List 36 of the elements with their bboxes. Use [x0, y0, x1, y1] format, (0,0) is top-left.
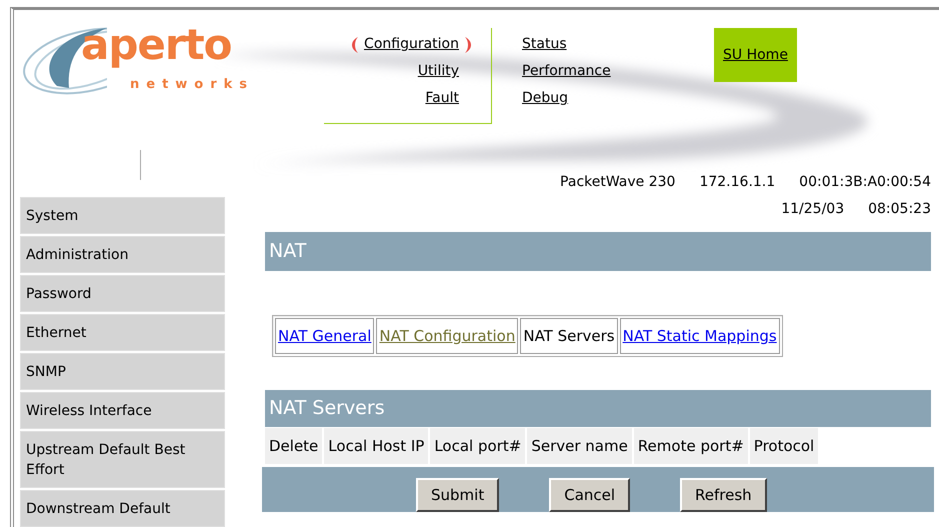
nav-link[interactable]: Fault	[425, 85, 459, 112]
date: 11/25/03	[781, 200, 844, 219]
nav-link[interactable]: Performance	[522, 58, 611, 85]
column-header: Protocol	[750, 428, 818, 464]
action-button[interactable]: Submit	[416, 478, 500, 512]
sidebar-item[interactable]: Ethernet	[20, 314, 225, 351]
column-header: Local Host IP	[324, 428, 428, 464]
sidebar-item[interactable]: Wireless Interface	[20, 392, 225, 429]
sidebar-item[interactable]: Administration	[20, 236, 225, 273]
logo-name: aperto	[81, 24, 232, 66]
tab[interactable]: NAT Servers	[520, 318, 618, 354]
nav-link[interactable]: Configuration	[344, 31, 479, 58]
column-header: Delete	[265, 428, 322, 464]
ip-address: 172.16.1.1	[699, 173, 776, 192]
mac-address: 00:01:3B:A0:00:54	[799, 173, 931, 192]
sidebar-item[interactable]: SNMP	[20, 353, 225, 390]
device-model: PacketWave 230	[560, 173, 676, 192]
logo-tagline: networks	[130, 78, 254, 91]
nav-link[interactable]: Debug	[522, 85, 568, 112]
time: 08:05:23	[868, 200, 931, 219]
sidebar-item[interactable]: System	[20, 197, 225, 234]
tab[interactable]: NAT Configuration	[376, 318, 518, 354]
sidebar-item[interactable]: Upstream Default Best Effort	[20, 431, 225, 488]
tab[interactable]: NAT Static Mappings	[620, 318, 780, 354]
sidebar-item[interactable]: Downstream Default	[20, 490, 225, 527]
column-header: Remote port#	[634, 428, 748, 464]
nav-link[interactable]: Status	[522, 31, 567, 58]
column-header: Local port#	[430, 428, 526, 464]
action-button[interactable]: Cancel	[549, 478, 630, 512]
tab[interactable]: NAT General	[275, 318, 374, 354]
table-title: NAT Servers	[265, 390, 931, 427]
column-header: Server name	[527, 428, 632, 464]
sidebar-item[interactable]: Password	[20, 275, 225, 312]
action-button[interactable]: Refresh	[680, 478, 767, 512]
nav-link[interactable]: Utility	[418, 58, 459, 85]
section-title: NAT	[265, 232, 931, 271]
